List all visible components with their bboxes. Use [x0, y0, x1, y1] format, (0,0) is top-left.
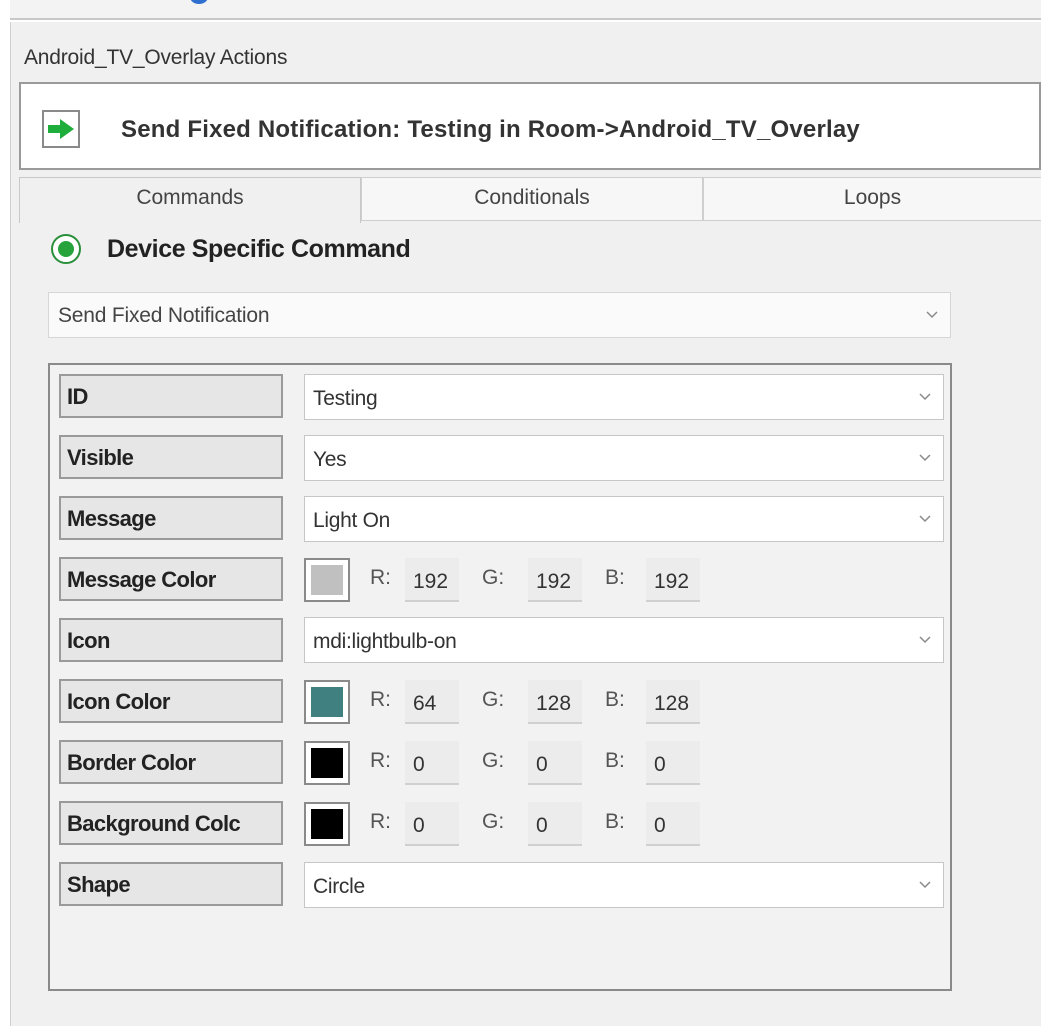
tab-bar: Commands Conditionals Loops — [19, 177, 1041, 223]
b-label: B: — [605, 810, 625, 833]
shape-select[interactable]: Circle — [304, 862, 944, 908]
chevron-down-icon — [919, 515, 931, 523]
visible-select[interactable]: Yes — [304, 435, 944, 481]
tab-commands[interactable]: Commands — [19, 177, 361, 223]
device-specific-command-label: Device Specific Command — [107, 234, 411, 263]
border-color-picker: R: 0 G: 0 B: 0 — [304, 739, 724, 787]
border-color-b-input[interactable]: 0 — [646, 741, 700, 785]
message-color-b-input[interactable]: 192 — [646, 558, 700, 602]
chevron-down-icon — [919, 393, 931, 401]
toolbar-icon — [190, 0, 250, 10]
param-label-shape: Shape — [59, 862, 283, 906]
chevron-down-icon — [926, 311, 938, 319]
message-select[interactable]: Light On — [304, 496, 944, 542]
icon-color-swatch[interactable] — [304, 680, 350, 724]
top-toolbar-strip — [10, 0, 1041, 20]
background-color-r-input[interactable]: 0 — [405, 802, 459, 846]
r-label: R: — [370, 810, 391, 833]
r-label: R: — [370, 749, 391, 772]
action-summary-text: Send Fixed Notification: Testing in Room… — [121, 116, 860, 143]
b-label: B: — [605, 688, 625, 711]
background-color-g-input[interactable]: 0 — [528, 802, 582, 846]
tab-conditionals[interactable]: Conditionals — [361, 177, 703, 221]
action-summary-box[interactable]: Send Fixed Notification: Testing in Room… — [19, 82, 1041, 170]
chevron-down-icon — [919, 881, 931, 889]
border-color-swatch[interactable] — [304, 741, 350, 785]
r-label: R: — [370, 566, 391, 589]
icon-color-r-input[interactable]: 64 — [405, 680, 459, 724]
g-label: G: — [482, 749, 505, 772]
icon-color-picker: R: 64 G: 128 B: 128 — [304, 678, 724, 726]
shape-value: Circle — [313, 875, 365, 898]
icon-color-g-input[interactable]: 128 — [528, 680, 582, 724]
tab-loops[interactable]: Loops — [703, 177, 1041, 221]
panel-title: Android_TV_Overlay Actions — [24, 46, 288, 69]
icon-color-b-input[interactable]: 128 — [646, 680, 700, 724]
message-color-picker: R: 192 G: 192 B: 192 — [304, 556, 724, 604]
border-color-r-input[interactable]: 0 — [405, 741, 459, 785]
param-label-id: ID — [59, 374, 283, 418]
device-specific-command-radio[interactable] — [51, 234, 81, 264]
message-color-swatch[interactable] — [304, 558, 350, 602]
icon-value: mdi:lightbulb-on — [313, 630, 457, 653]
b-label: B: — [605, 749, 625, 772]
g-label: G: — [482, 810, 505, 833]
background-color-swatch[interactable] — [304, 802, 350, 846]
param-label-icon-color: Icon Color — [59, 679, 283, 723]
param-label-message: Message — [59, 496, 283, 540]
chevron-down-icon — [919, 454, 931, 462]
chevron-down-icon — [919, 636, 931, 644]
command-select[interactable]: Send Fixed Notification — [48, 292, 951, 338]
icon-select[interactable]: mdi:lightbulb-on — [304, 617, 944, 663]
parameters-panel: ID Testing Visible Yes Message Light On … — [48, 363, 952, 991]
message-color-g-input[interactable]: 192 — [528, 558, 582, 602]
command-select-value: Send Fixed Notification — [58, 304, 270, 327]
id-select[interactable]: Testing — [304, 374, 944, 420]
param-label-visible: Visible — [59, 435, 283, 479]
device-specific-command-option[interactable]: Device Specific Command — [51, 234, 411, 264]
param-label-icon: Icon — [59, 618, 283, 662]
id-value: Testing — [313, 387, 378, 410]
go-arrow-icon — [42, 110, 80, 148]
param-label-border-color: Border Color — [59, 740, 283, 784]
b-label: B: — [605, 566, 625, 589]
visible-value: Yes — [313, 448, 347, 471]
background-color-b-input[interactable]: 0 — [646, 802, 700, 846]
g-label: G: — [482, 566, 505, 589]
background-color-picker: R: 0 G: 0 B: 0 — [304, 800, 724, 848]
param-label-message-color: Message Color — [59, 557, 283, 601]
message-value: Light On — [313, 509, 390, 532]
g-label: G: — [482, 688, 505, 711]
param-label-background-color: Background Colc — [59, 801, 283, 845]
r-label: R: — [370, 688, 391, 711]
actions-panel: Android_TV_Overlay Actions Send Fixed No… — [10, 22, 1041, 1026]
message-color-r-input[interactable]: 192 — [405, 558, 459, 602]
border-color-g-input[interactable]: 0 — [528, 741, 582, 785]
